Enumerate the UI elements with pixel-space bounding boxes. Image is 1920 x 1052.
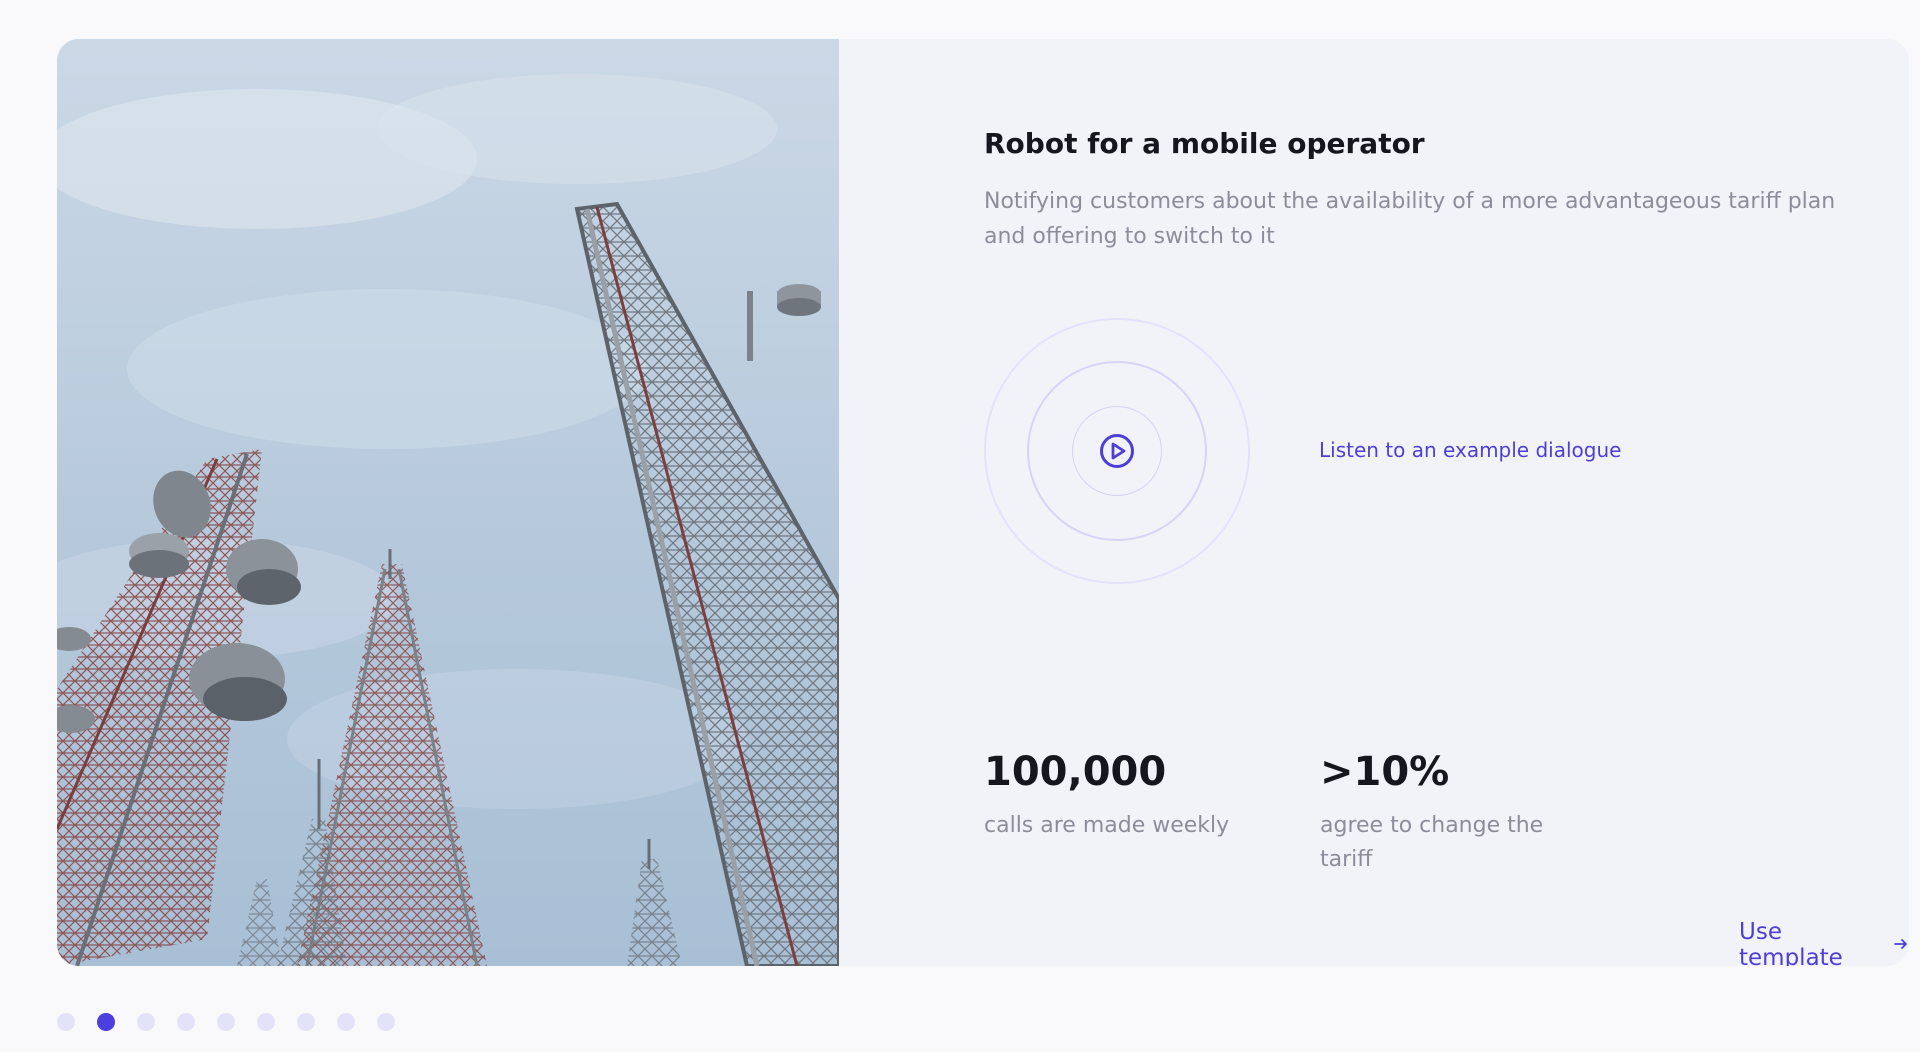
card-title: Robot for a mobile operator	[984, 127, 1425, 160]
carousel-dot[interactable]	[377, 1013, 395, 1031]
card-description: Notifying customers about the availabili…	[984, 189, 1836, 249]
carousel-dot[interactable]	[97, 1013, 115, 1031]
carousel-dot[interactable]	[297, 1013, 315, 1031]
stat-label-calls: calls are made weekly	[984, 813, 1230, 838]
carousel-dot[interactable]	[57, 1013, 75, 1031]
arrow-right-icon	[1893, 932, 1909, 958]
carousel-dot[interactable]	[217, 1013, 235, 1031]
carousel-dot[interactable]	[337, 1013, 355, 1031]
carousel-pagination	[57, 1013, 395, 1031]
carousel-dot[interactable]	[257, 1013, 275, 1031]
listen-example-link[interactable]: Listen to an example dialogue	[1319, 438, 1621, 462]
carousel-dot[interactable]	[137, 1013, 155, 1031]
stat-value-calls: 100,000	[984, 749, 1167, 795]
telecom-towers-photo	[57, 39, 839, 966]
carousel-dot[interactable]	[177, 1013, 195, 1031]
template-card: Robot for a mobile operator Notifying cu…	[57, 39, 1909, 966]
stat-label-agree: agree to change the tariff	[1320, 813, 1544, 872]
play-circle-icon[interactable]	[1099, 433, 1135, 469]
card-content: Robot for a mobile operator Notifying cu…	[839, 39, 1909, 966]
audio-player[interactable]	[984, 318, 1250, 584]
use-template-label: Use template	[1739, 919, 1843, 966]
use-template-button[interactable]: Use template	[1739, 919, 1909, 966]
stat-value-agree: >10%	[1320, 749, 1450, 795]
